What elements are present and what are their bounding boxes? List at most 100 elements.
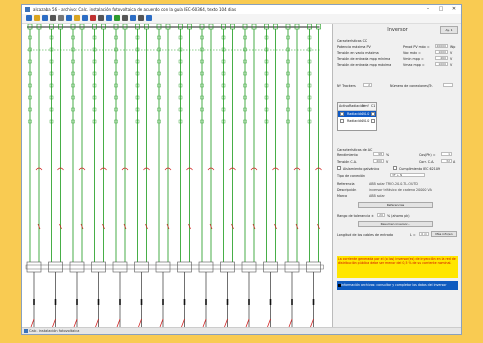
print-icon[interactable] <box>50 15 56 21</box>
junction-box <box>48 261 63 273</box>
junction-box <box>241 261 257 273</box>
reference-label: Referencia <box>337 182 355 186</box>
dc-row-unit: V <box>450 51 453 55</box>
inverter-summary-button[interactable]: Resumen inversor... <box>358 221 433 227</box>
open-icon[interactable] <box>34 15 40 21</box>
ground-line <box>224 318 228 327</box>
help-icon[interactable] <box>146 15 152 21</box>
connections-input[interactable] <box>443 83 453 88</box>
ac-current-input[interactable]: 32 <box>441 159 452 164</box>
dc-row-unit: Wp <box>450 45 456 49</box>
ground-line <box>52 318 56 327</box>
cable-length-input[interactable]: 0 m <box>419 232 429 237</box>
grid-header-c1: C1 <box>371 104 376 108</box>
dc-row-sublabel: Vmax mpp = <box>403 63 425 67</box>
copy-icon[interactable] <box>66 15 72 21</box>
junction-box <box>69 261 85 273</box>
info-icon <box>338 284 341 287</box>
help-button[interactable]: Ay. 1 <box>440 26 458 34</box>
status-icon <box>24 329 28 333</box>
search-icon[interactable] <box>130 15 136 21</box>
ac-current-unit: A <box>453 160 456 164</box>
maximize-icon[interactable]: □ <box>435 5 447 14</box>
brand-value: ABB solar <box>369 194 385 198</box>
junction-box <box>306 261 321 273</box>
tracker-radiation: Radiación <box>347 119 364 123</box>
preview-icon[interactable] <box>58 15 64 21</box>
efficiency-unit: % <box>386 153 390 157</box>
paste-icon[interactable] <box>74 15 80 21</box>
pencil-icon[interactable] <box>90 15 96 21</box>
galvanic-checkbox[interactable] <box>337 166 341 170</box>
dc-row-sublabel: Pmod PV máx = <box>403 45 430 49</box>
dc-row-label: Tensión en vacío máxima <box>337 51 379 55</box>
dc-row-label: Tensión de entrada mpp máxima <box>337 63 392 67</box>
tracker-active-checkbox[interactable] <box>340 119 344 123</box>
tolerance-unit: % (ahorro pk) <box>387 214 410 218</box>
tracker-row[interactable]: Radiación 20.0 <box>338 118 376 124</box>
save-icon[interactable] <box>42 15 48 21</box>
tolerance-input[interactable]: 20 <box>377 213 385 218</box>
diagram-svg <box>25 24 324 327</box>
ground-line <box>310 318 314 327</box>
dc-row-label: Potencia máxima PV <box>337 45 371 49</box>
galvanic-label: Aislamiento galvánico <box>343 167 380 171</box>
junction-box <box>134 261 149 273</box>
warning-message: La corriente generada por el (o los) inv… <box>337 256 458 278</box>
tracker-c1-checkbox[interactable] <box>371 112 375 116</box>
dc-row-unit: V <box>450 63 453 67</box>
tracker-row[interactable]: Radiación 20.0 <box>338 111 376 117</box>
ground-line <box>202 318 207 327</box>
junction-box <box>198 261 214 273</box>
junction-box <box>26 261 42 273</box>
tracker-c1-checkbox[interactable] <box>371 119 375 123</box>
efficiency-input[interactable]: 98 <box>373 152 384 157</box>
new-icon[interactable] <box>26 15 32 21</box>
junction-box <box>177 261 192 273</box>
efficiency-label: Rendimiento <box>337 153 358 157</box>
more-info-button[interactable]: Más info/en <box>431 231 457 237</box>
dc-row-input[interactable]: 1000 <box>435 62 448 67</box>
tracker-active-checkbox[interactable] <box>340 112 344 116</box>
dc-row-input[interactable]: 460 <box>435 56 448 61</box>
chart-icon[interactable] <box>114 15 120 21</box>
ac-voltage-label: Tensión C.A. <box>337 160 357 164</box>
info-text: Información archivos: consultar y comple… <box>341 283 447 287</box>
trackers-input[interactable]: 2 <box>363 83 372 88</box>
cosphi-input[interactable]: 1 <box>441 152 452 157</box>
status-bar: Calc. instalación fotovoltaica <box>22 327 461 334</box>
description-value: inversor trifásico de cadena 20000 VA <box>369 188 432 192</box>
junction-box <box>220 261 235 273</box>
junction-box <box>155 261 171 273</box>
tracker-radiation: Radiación <box>347 112 364 116</box>
dc-row-input[interactable]: 20000 <box>435 44 448 49</box>
ac-voltage-input[interactable]: 400 <box>373 159 384 164</box>
undo-icon[interactable] <box>82 15 88 21</box>
tracker-value: 20.0 <box>362 112 370 116</box>
sum-icon[interactable] <box>106 15 112 21</box>
minimize-icon[interactable]: – <box>422 5 434 14</box>
ground-line <box>138 318 142 327</box>
ac-voltage-unit: V <box>386 160 389 164</box>
app-window: alcazaba 56 - archivo: Calc. instalación… <box>21 4 462 335</box>
iec-label: Cumplimiento IEC 62109 <box>399 167 441 171</box>
connection-type-select[interactable]: 3F + N <box>390 173 425 178</box>
dc-row-input[interactable]: 1000 <box>435 50 448 55</box>
grid-icon[interactable] <box>122 15 128 21</box>
ground-line <box>159 318 164 327</box>
ground-line <box>267 318 271 327</box>
close-icon[interactable]: ✕ <box>448 5 460 14</box>
references-button[interactable]: Referencias <box>358 202 433 208</box>
window-title: alcazaba 56 - archivo: Calc. instalación… <box>33 7 237 12</box>
wrench-icon[interactable] <box>98 15 104 21</box>
description-label: Descripción <box>337 188 357 192</box>
inverter-panel: Inversor Ay. 1 Características CC Potenc… <box>332 24 461 327</box>
grid-header-vmf: Vmf <box>362 104 369 108</box>
connections-label: Número de conexiones/Tr. <box>390 84 433 88</box>
junction-box <box>263 261 278 273</box>
title-bar: alcazaba 56 - archivo: Calc. instalación… <box>22 5 461 14</box>
gear-icon[interactable] <box>138 15 144 21</box>
tracker-grid[interactable]: Activo Radiación Vmf C1 Radiación 20.0 R… <box>337 102 377 131</box>
iec-checkbox[interactable] <box>393 166 397 170</box>
ground-line <box>288 318 293 327</box>
